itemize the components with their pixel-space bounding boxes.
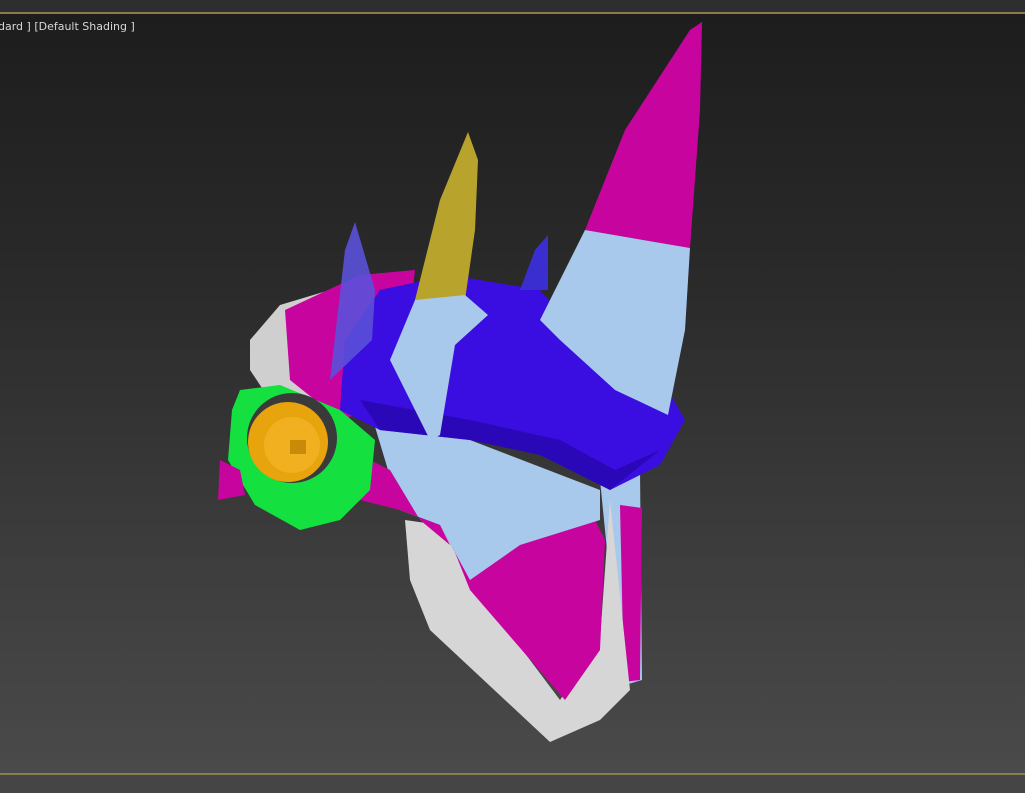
horn-magenta [585,22,702,248]
spike-small-right [520,235,548,290]
spike-yellow [415,132,478,300]
helmet-model[interactable] [0,0,1025,793]
eye-pin [290,440,306,454]
